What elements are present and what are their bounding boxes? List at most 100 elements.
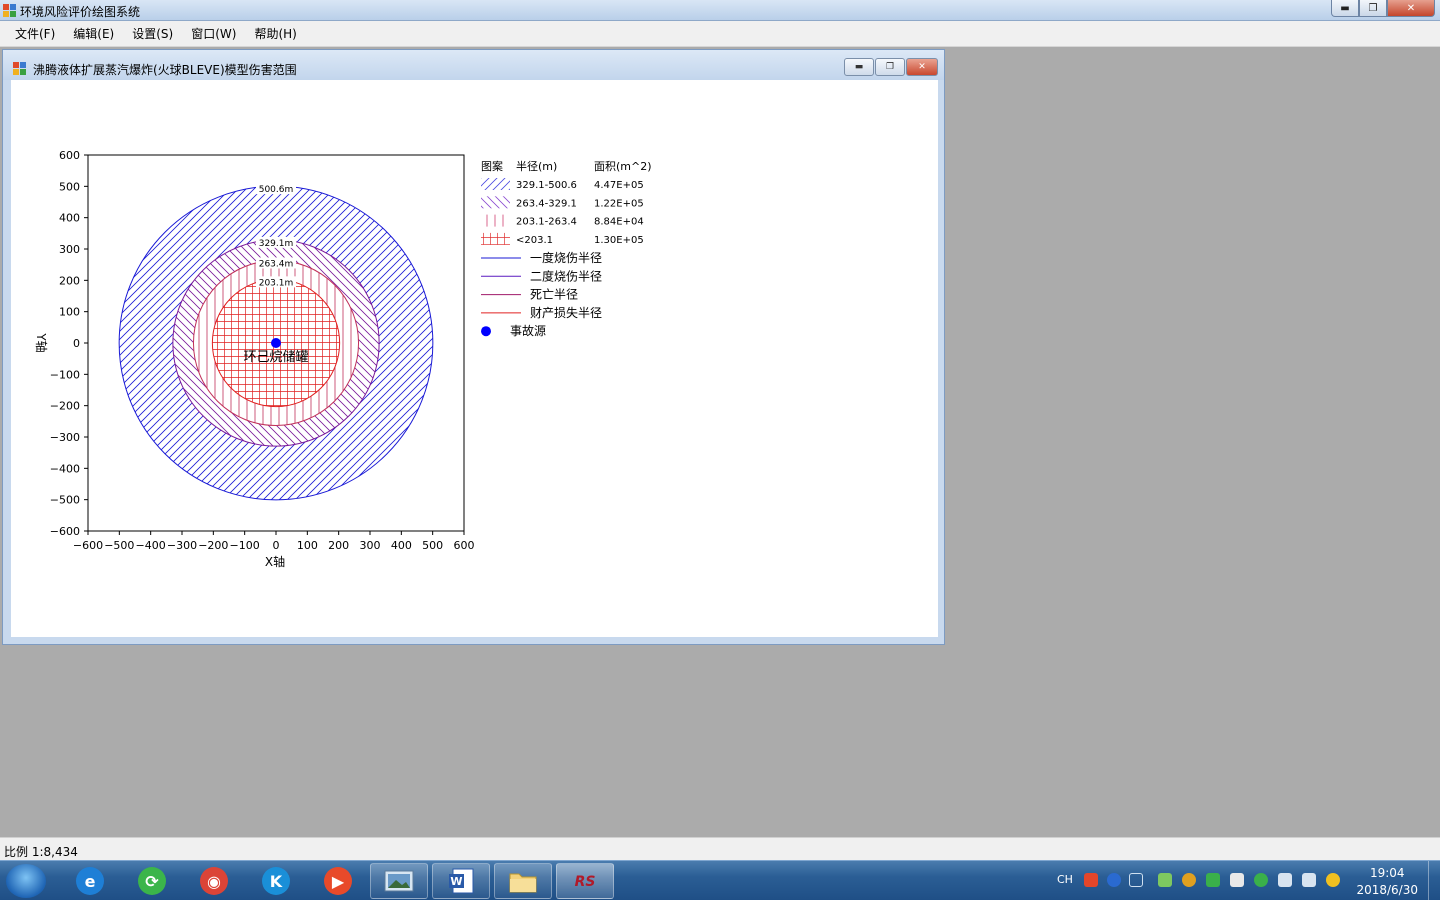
child-app-icon <box>13 62 26 75</box>
y-tick-label: −300 <box>50 431 80 444</box>
x-tick-label: −300 <box>167 539 197 552</box>
picture-icon <box>384 870 414 892</box>
legend-range-1: 263.4-329.1 <box>516 198 577 209</box>
word-icon: W <box>449 868 474 894</box>
menu-settings[interactable]: 设置(S) <box>123 25 182 42</box>
x-tick-label: 300 <box>360 539 381 552</box>
ie-icon: e <box>76 867 104 895</box>
taskbar-pinned-k[interactable]: K <box>248 863 304 899</box>
damage-range-chart: −600 −500 −400 −300 −200 −100 0 100 200 300 400 500… <box>34 149 652 569</box>
legend-header-1: 半径(m) <box>516 159 557 173</box>
ring-label-2: 263.4m <box>259 259 294 269</box>
y-tick-label: 100 <box>59 306 80 319</box>
menu-edit[interactable]: 编辑(E) <box>64 25 123 42</box>
player-icon: ▶ <box>324 867 352 895</box>
clock-date: 2018/6/30 <box>1356 883 1418 897</box>
taskbar-pinned-chrome[interactable]: ◉ <box>186 863 242 899</box>
legend-area-0: 4.47E+05 <box>594 180 644 191</box>
close-icon: ✕ <box>918 62 926 72</box>
ring-label-1: 329.1m <box>259 239 294 249</box>
y-tick-label: 600 <box>59 149 80 162</box>
menu-help[interactable]: 帮助(H) <box>245 25 305 42</box>
y-tick-label: −600 <box>50 525 80 538</box>
clock[interactable]: 19:04 2018/6/30 <box>1356 865 1418 899</box>
legend-line-label-0: 一度烧伤半径 <box>530 250 602 265</box>
taskbar-explorer[interactable] <box>494 863 552 899</box>
y-tick-label: −100 <box>50 368 80 381</box>
update-icon[interactable] <box>1326 873 1340 887</box>
y-tick-label: 0 <box>73 337 80 350</box>
360-icon: ⟳ <box>138 867 166 895</box>
x-tick-label: 100 <box>297 539 318 552</box>
child-restore-button[interactable]: ❐ <box>875 58 905 76</box>
help-icon[interactable] <box>1107 873 1121 887</box>
battery-icon[interactable] <box>1158 873 1172 887</box>
chrome-tray-icon[interactable] <box>1182 873 1196 887</box>
y-axis-label: Y轴 <box>34 332 49 352</box>
legend-marker-dot <box>481 326 491 337</box>
legend-range-0: 329.1-500.6 <box>516 180 577 191</box>
legend-line-label-2: 死亡半径 <box>530 288 578 302</box>
x-tick-label: −200 <box>198 539 228 552</box>
app-title-bar: 环境风险评价绘图系统 ▬ ❐ ✕ <box>0 0 1440 21</box>
y-tick-label: −500 <box>50 494 80 507</box>
restore-button[interactable]: ❐ <box>1359 0 1387 17</box>
start-button[interactable] <box>6 864 46 898</box>
volume-icon[interactable] <box>1302 873 1316 887</box>
child-close-button[interactable]: ✕ <box>906 58 938 76</box>
tray-expand-icon[interactable] <box>1129 873 1143 887</box>
sogou-icon[interactable] <box>1084 873 1098 887</box>
taskbar-rs-app[interactable]: RS <box>556 863 614 899</box>
legend-header-0: 图案 <box>481 159 503 173</box>
taskbar-image-viewer[interactable] <box>370 863 428 899</box>
menu-file[interactable]: 文件(F) <box>6 25 64 42</box>
chrome-icon: ◉ <box>200 867 228 895</box>
close-button[interactable]: ✕ <box>1387 0 1435 17</box>
flag-icon[interactable] <box>1230 873 1244 887</box>
ring-label-0: 500.6m <box>259 185 294 195</box>
x-tick-label: 500 <box>422 539 443 552</box>
taskbar-pinned-ie[interactable]: e <box>62 863 118 899</box>
folder-icon <box>509 873 537 893</box>
legend-header-2: 面积(m^2) <box>594 160 652 173</box>
ring-label-3: 203.1m <box>259 278 294 288</box>
status-bar: 比例 1:8,434 <box>0 837 1440 860</box>
restore-icon: ❐ <box>885 62 895 72</box>
y-tick-label: 200 <box>59 274 80 287</box>
taskbar-word[interactable]: W <box>432 863 490 899</box>
x-tick-label: −400 <box>136 539 166 552</box>
scale-readout: 比例 1:8,434 <box>4 845 78 859</box>
legend-range-3: <203.1 <box>516 235 553 246</box>
child-window: 沸腾液体扩展蒸汽爆炸(火球BLEVE)模型伤害范围 ▬ ❐ ✕ −600 −500… <box>2 49 945 645</box>
legend-area-3: 1.30E+05 <box>594 235 644 246</box>
svg-text:RS: RS <box>575 874 596 890</box>
child-title-bar[interactable]: 沸腾液体扩展蒸汽爆炸(火球BLEVE)模型伤害范围 ▬ ❐ ✕ <box>3 50 944 80</box>
show-desktop-button[interactable] <box>1428 861 1440 900</box>
minimize-button[interactable]: ▬ <box>1331 0 1359 17</box>
clock-time: 19:04 <box>1369 866 1405 880</box>
drawing-canvas[interactable]: −600 −500 −400 −300 −200 −100 0 100 200 300 400 500… <box>11 80 938 637</box>
network-icon[interactable] <box>1278 873 1292 887</box>
x-tick-label: 400 <box>391 539 412 552</box>
legend-swatch-3 <box>481 232 510 245</box>
menu-window[interactable]: 窗口(W) <box>182 25 245 42</box>
taskbar-pinned-player[interactable]: ▶ <box>310 863 366 899</box>
legend-line-label-1: 二度烧伤半径 <box>530 268 602 283</box>
source-label: 环己烷储罐 <box>243 350 308 365</box>
input-language[interactable]: CH <box>1057 873 1073 886</box>
x-tick-label: −100 <box>230 539 260 552</box>
taskbar-pinned-360[interactable]: ⟳ <box>124 863 180 899</box>
restore-icon: ❐ <box>1368 2 1378 14</box>
legend: 图案 半径(m) 面积(m^2) 329.1-500.6 4.47E+05 263.4-3… <box>481 159 652 338</box>
legend-marker-label: 事故源 <box>510 323 546 338</box>
child-minimize-button[interactable]: ▬ <box>844 58 874 76</box>
legend-line-label-3: 财产损失半径 <box>530 305 602 320</box>
legend-area-2: 8.84E+04 <box>594 217 644 228</box>
y-tick-label: 300 <box>59 243 80 256</box>
svg-text:W: W <box>450 875 462 888</box>
bluetooth-icon[interactable] <box>1254 873 1268 887</box>
app-icon <box>3 4 16 17</box>
shield-icon[interactable] <box>1206 873 1220 887</box>
x-tick-label: −500 <box>104 539 134 552</box>
y-tick-label: 500 <box>59 180 80 193</box>
